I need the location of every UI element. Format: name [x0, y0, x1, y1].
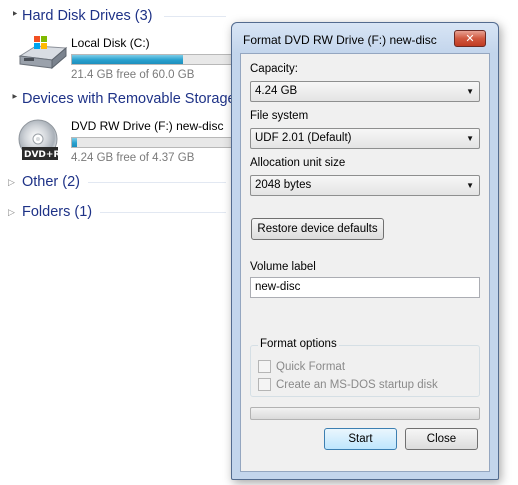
group-divider — [164, 16, 226, 17]
drive-free-space: 21.4 GB free of 60.0 GB — [71, 69, 195, 81]
dialog-title: Format DVD RW Drive (F:) new-disc — [243, 33, 437, 47]
quick-format-checkbox[interactable]: Quick Format — [258, 360, 345, 373]
restore-defaults-button[interactable]: Restore device defaults — [251, 218, 384, 240]
dialog-titlebar[interactable]: Format DVD RW Drive (F:) new-disc ✕ — [232, 23, 498, 53]
allocation-unit-label: Allocation unit size — [250, 157, 346, 169]
format-options-group: Format options Quick Format Create an MS… — [250, 338, 480, 397]
group-label: Devices with Removable Storage — [22, 91, 236, 107]
expand-arrow-icon[interactable]: ▷ — [8, 207, 22, 218]
drive-name: Local Disk (C:) — [71, 36, 150, 50]
usage-bar — [71, 54, 246, 65]
drive-dvd-rw-f[interactable]: DVD+R DVD RW Drive (F:) new-disc 4.24 GB… — [16, 117, 246, 165]
dvd-r-badge: DVD+R — [24, 150, 61, 160]
group-divider — [100, 212, 226, 213]
close-button[interactable]: Close — [405, 428, 478, 450]
format-dialog: Format DVD RW Drive (F:) new-disc ✕ Capa… — [231, 22, 499, 480]
group-label: Folders (1) — [22, 204, 93, 220]
collapse-arrow-icon[interactable]: ▲ — [11, 92, 20, 106]
dialog-body: Capacity: 4.24 GB ▼ File system UDF 2.01… — [240, 53, 490, 472]
expand-arrow-icon[interactable]: ▷ — [8, 177, 22, 188]
group-label: Other (2) — [22, 174, 81, 190]
drive-free-space: 4.24 GB free of 4.37 GB — [71, 152, 195, 164]
capacity-label: Capacity: — [250, 63, 298, 75]
explorer-window: ▲ Hard Disk Drives (3) Local Disk (C:) 2… — [0, 0, 518, 485]
usage-bar — [71, 137, 246, 148]
hard-disk-icon — [18, 36, 68, 70]
format-progress-bar — [250, 407, 480, 420]
allocation-unit-value: 2048 bytes — [255, 179, 312, 191]
collapse-arrow-icon[interactable]: ▲ — [11, 9, 19, 23]
volume-label-input[interactable]: new-disc — [250, 277, 480, 298]
checkbox-icon — [258, 378, 271, 391]
drive-name: DVD RW Drive (F:) new-disc — [71, 119, 224, 133]
chevron-down-icon: ▼ — [466, 134, 474, 143]
group-label: Hard Disk Drives (3) — [22, 8, 153, 24]
capacity-select[interactable]: 4.24 GB ▼ — [250, 81, 480, 102]
volume-label-label: Volume label — [250, 261, 316, 273]
group-removable-storage[interactable]: ▲ Devices with Removable Storage — [8, 89, 238, 109]
close-icon[interactable]: ✕ — [454, 30, 486, 47]
drive-local-disk-c[interactable]: Local Disk (C:) 21.4 GB free of 60.0 GB — [16, 34, 246, 82]
allocation-unit-select[interactable]: 2048 bytes ▼ — [250, 175, 480, 196]
chevron-down-icon: ▼ — [466, 181, 474, 190]
capacity-value: 4.24 GB — [255, 85, 298, 97]
group-divider — [88, 182, 226, 183]
file-system-select[interactable]: UDF 2.01 (Default) ▼ — [250, 128, 480, 149]
start-button[interactable]: Start — [324, 428, 397, 450]
chevron-down-icon: ▼ — [466, 87, 474, 96]
checkbox-icon — [258, 360, 271, 373]
quick-format-label: Quick Format — [276, 360, 346, 373]
msdos-startup-label: Create an MS-DOS startup disk — [276, 378, 438, 391]
file-system-value: UDF 2.01 (Default) — [255, 132, 352, 144]
file-system-label: File system — [250, 110, 309, 122]
format-options-title: Format options — [258, 338, 339, 350]
msdos-startup-checkbox[interactable]: Create an MS-DOS startup disk — [258, 378, 438, 391]
